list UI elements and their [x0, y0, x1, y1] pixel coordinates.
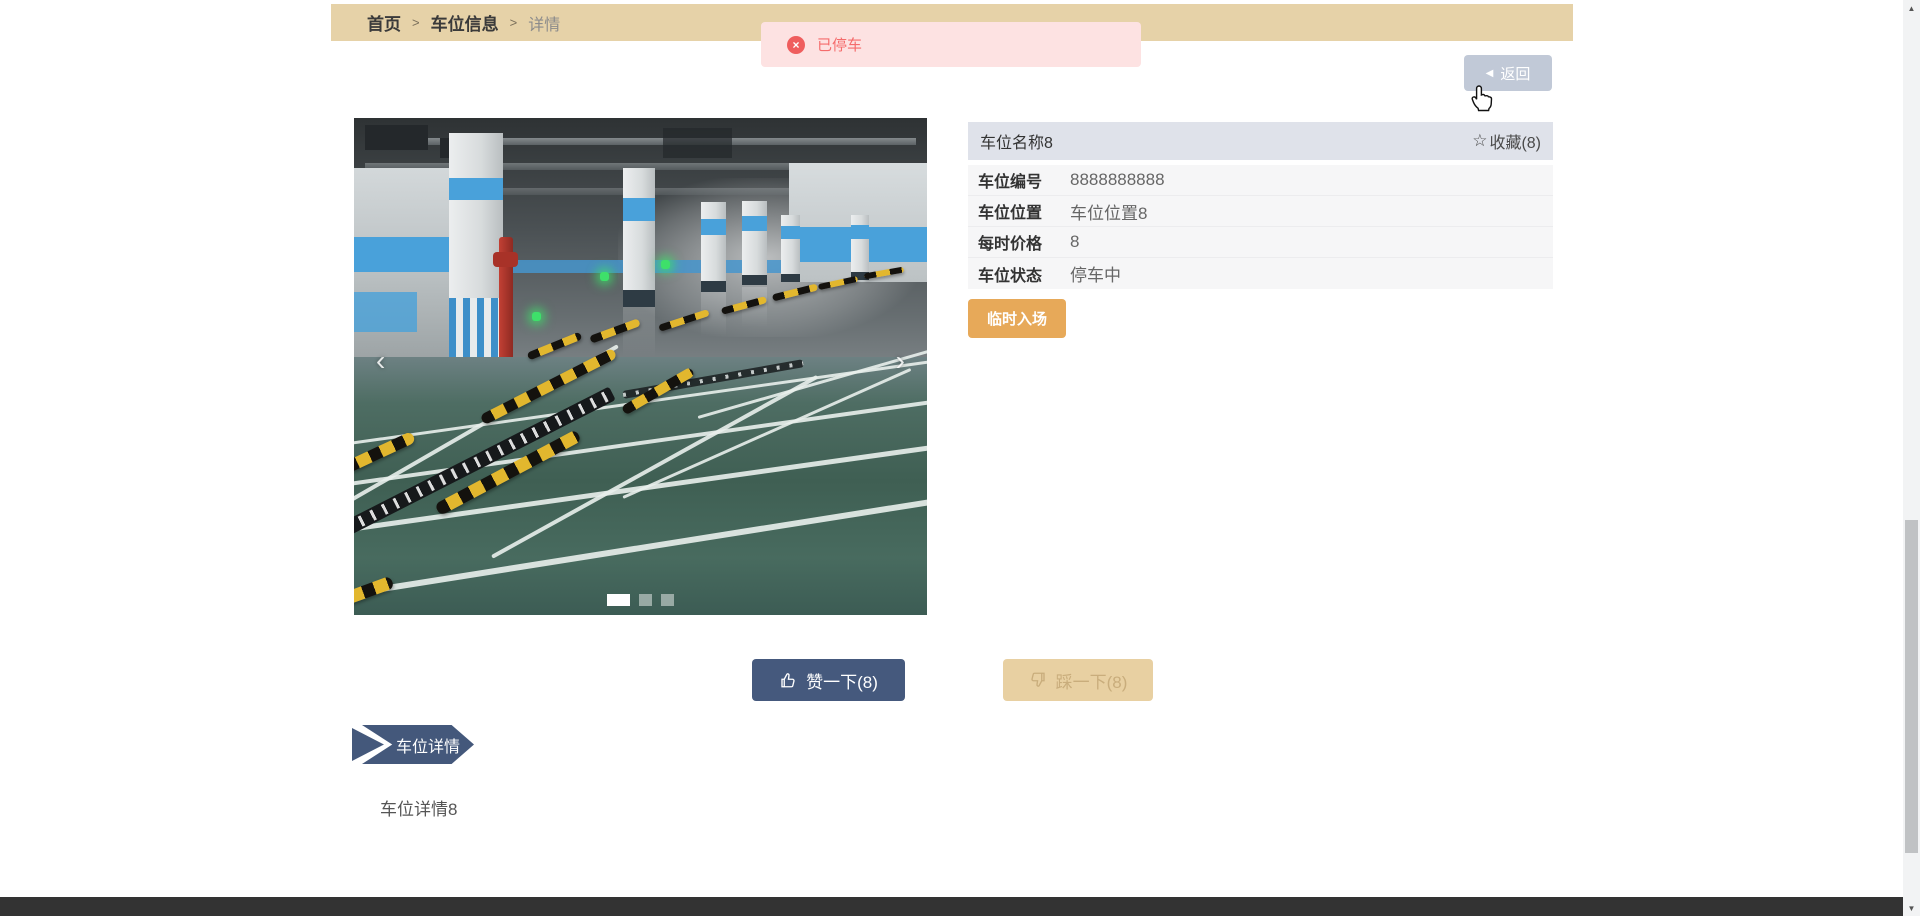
detail-content: 车位详情8 [380, 795, 457, 820]
page-footer [0, 897, 1920, 916]
row-label: 车位位置 [978, 199, 1070, 223]
carousel-indicators [354, 594, 927, 606]
wall-blue-band [354, 237, 463, 272]
scroll-down-arrow-icon[interactable]: ▼ [1903, 900, 1920, 916]
toast-text: 已停车 [817, 34, 862, 55]
favorite-label: 收藏(8) [1489, 129, 1541, 153]
breadcrumb-current: 详情 [528, 11, 560, 35]
garage-pillar [851, 215, 869, 280]
parking-name: 车位名称8 [980, 129, 1053, 153]
breadcrumb-home[interactable]: 首页 [367, 10, 401, 35]
green-indicator-light [600, 272, 609, 281]
panel-header: 车位名称8 ☆ 收藏(8) [968, 122, 1553, 160]
like-label: 赞一下(8) [806, 668, 878, 693]
garage-pillar [742, 201, 766, 285]
row-value: 停车中 [1070, 261, 1121, 286]
row-value: 车位位置8 [1070, 199, 1147, 224]
dislike-label: 踩一下(8) [1056, 668, 1128, 693]
carousel-next-button[interactable]: › [896, 347, 905, 375]
breadcrumb-separator: > [510, 15, 518, 30]
back-arrow-icon: ◀ [1486, 68, 1494, 79]
scroll-up-arrow-icon[interactable]: ▲ [1903, 0, 1920, 16]
row-value: 8 [1070, 232, 1079, 252]
garage-pillar [449, 133, 503, 357]
row-label: 车位编号 [978, 168, 1070, 192]
parking-info-panel: 车位名称8 ☆ 收藏(8) 车位编号 8888888888 车位位置 车位位置8… [968, 122, 1553, 289]
ceiling-vent [365, 125, 428, 150]
carousel-prev-button[interactable]: ‹ [376, 347, 385, 375]
mouse-cursor-icon [1470, 84, 1494, 112]
green-indicator-light [532, 312, 541, 321]
fire-hydrant-valve [493, 252, 518, 267]
scrollbar-thumb[interactable] [1905, 520, 1918, 853]
info-row-price: 每时价格 8 [968, 227, 1553, 258]
carousel-indicator-3[interactable] [661, 594, 674, 606]
vertical-scrollbar[interactable]: ▲ ▼ [1903, 0, 1920, 916]
breadcrumb-separator: > [412, 15, 420, 30]
photo-carousel: ‹ › [354, 118, 927, 615]
info-row-location: 车位位置 车位位置8 [968, 196, 1553, 227]
error-circle-icon: × [787, 36, 805, 54]
garage-pillar [623, 168, 655, 307]
info-row-status: 车位状态 停车中 [968, 258, 1553, 289]
info-row-number: 车位编号 8888888888 [968, 165, 1553, 196]
row-value: 8888888888 [1070, 170, 1165, 190]
wall-blue-band [354, 292, 417, 332]
breadcrumb-section[interactable]: 车位信息 [431, 10, 499, 35]
thumb-down-icon [1029, 671, 1047, 689]
info-rows: 车位编号 8888888888 车位位置 车位位置8 每时价格 8 车位状态 停… [968, 165, 1553, 289]
row-label: 每时价格 [978, 230, 1070, 254]
page: 首页 > 车位信息 > 详情 × 已停车 ◀ 返回 [0, 0, 1920, 916]
toast-message: × 已停车 [761, 22, 1141, 67]
like-button[interactable]: 赞一下(8) [752, 659, 905, 701]
green-indicator-light [661, 260, 670, 269]
carousel-indicator-1[interactable] [607, 594, 630, 606]
detail-ribbon: 车位详情 [352, 725, 474, 764]
thumb-up-icon [779, 671, 797, 689]
garage-pillar [781, 215, 799, 282]
garage-pillar [701, 202, 726, 291]
ceiling-vent [663, 128, 732, 158]
carousel-indicator-2[interactable] [639, 594, 652, 606]
floor-reflection [623, 307, 655, 357]
dislike-button[interactable]: 踩一下(8) [1003, 659, 1153, 701]
temporary-entry-button[interactable]: 临时入场 [968, 299, 1066, 338]
favorite-button[interactable]: ☆ 收藏(8) [1472, 129, 1541, 153]
star-icon: ☆ [1472, 131, 1487, 151]
row-label: 车位状态 [978, 262, 1070, 286]
back-button-label: 返回 [1500, 63, 1530, 84]
